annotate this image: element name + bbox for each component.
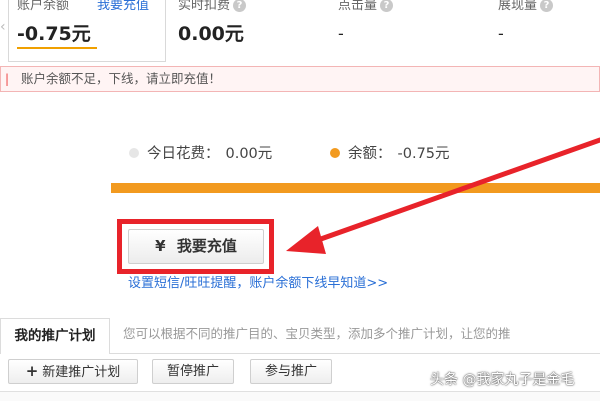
- plus-icon: +: [25, 362, 39, 380]
- tab-my-plans[interactable]: 我的推广计划: [0, 318, 110, 354]
- legend-label: 今日花费：: [147, 146, 220, 162]
- today-dot-icon: [129, 148, 139, 158]
- stat-clicks: 点击量? -: [338, 0, 488, 62]
- stat-label: 展现量: [498, 0, 538, 13]
- scroll-left-icon[interactable]: ‹: [0, 18, 8, 36]
- low-balance-warning: | 账户余额不足，下线，请立即充值！: [0, 66, 600, 92]
- legend-balance: 余额： -0.75元: [330, 144, 450, 164]
- recharge-link[interactable]: 我要充值: [97, 0, 149, 14]
- recharge-button-label: 我要充值: [176, 237, 237, 255]
- help-icon[interactable]: ?: [380, 0, 394, 12]
- legend-value: 0.00元: [225, 146, 273, 162]
- sms-reminder-link[interactable]: 设置短信/旺旺提醒，账户余额下线早知道>>: [128, 276, 388, 292]
- recharge-button[interactable]: ¥ 我要充值: [128, 229, 264, 264]
- yen-icon: ¥: [155, 237, 166, 255]
- stat-account-balance: 账户余额 我要充值 -0.75元: [8, 0, 166, 62]
- active-stat-indicator: [17, 47, 97, 49]
- watermark: 头条 @我家丸子是金毛: [430, 372, 575, 388]
- balance-dot-icon: [330, 148, 340, 158]
- stats-strip: ‹ 账户余额 我要充值 -0.75元 实时扣费? 0.00元 点击量? - 展现…: [0, 0, 600, 62]
- stat-value: 0.00元: [178, 23, 244, 45]
- warning-text: 账户余额不足，下线，请立即充值！: [21, 71, 222, 86]
- balance-bar: [111, 183, 600, 193]
- warning-icon: |: [5, 72, 10, 86]
- help-icon[interactable]: ?: [233, 0, 247, 12]
- legend-label: 余额：: [348, 146, 392, 162]
- tab-description: 您可以根据不同的推广目的、宝贝类型，添加多个推广计划，让您的推: [123, 326, 511, 341]
- stat-value: -: [338, 24, 344, 43]
- join-button[interactable]: 参与推广: [250, 359, 332, 384]
- help-icon[interactable]: ?: [540, 0, 554, 12]
- new-plan-button[interactable]: + 新建推广计划: [8, 359, 138, 384]
- stat-realtime-charge: 实时扣费? 0.00元: [178, 0, 328, 62]
- stat-label: 点击量: [338, 0, 378, 13]
- legend-today-spend: 今日花费： 0.00元: [129, 144, 272, 164]
- stat-label: 账户余额: [17, 0, 70, 13]
- stat-value: -0.75元: [17, 23, 91, 45]
- stat-label: 实时扣费: [178, 0, 231, 13]
- new-plan-label: 新建推广计划: [42, 365, 121, 380]
- pause-button[interactable]: 暂停推广: [152, 359, 234, 384]
- stat-value: -: [498, 24, 504, 43]
- stat-impressions: 展现量? -: [498, 0, 600, 62]
- legend-value: -0.75元: [397, 146, 450, 162]
- balance-bar-fill: [111, 183, 600, 193]
